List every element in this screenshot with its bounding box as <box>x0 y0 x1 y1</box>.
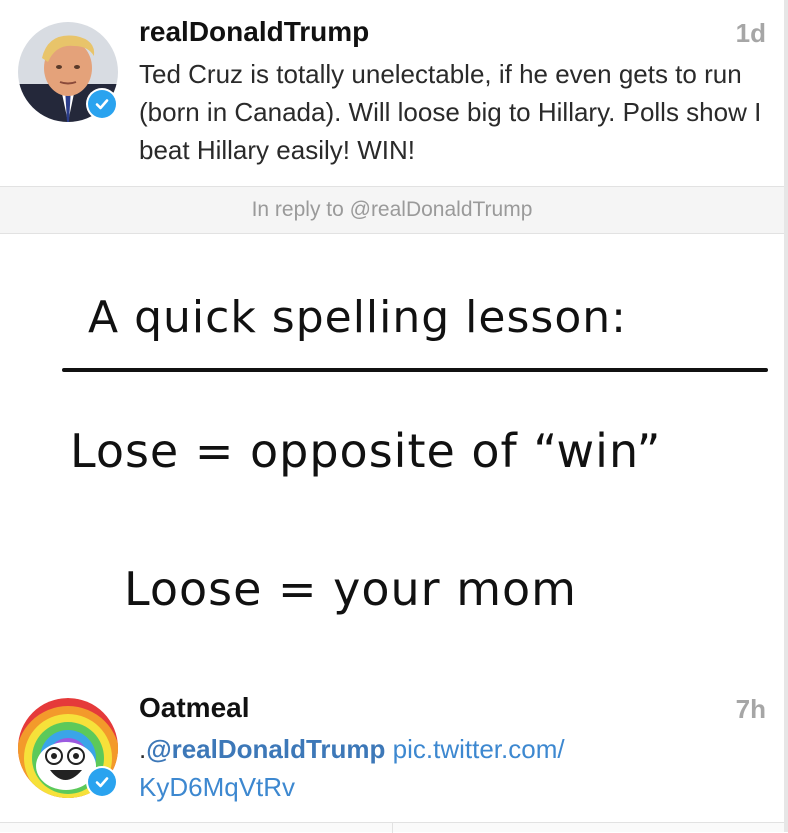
window-edge <box>784 0 788 832</box>
tweet-username[interactable]: Oatmeal <box>139 692 250 724</box>
tweet-timestamp[interactable]: 7h <box>736 694 766 725</box>
verified-badge-icon <box>86 766 118 798</box>
tweet-username[interactable]: realDonaldTrump <box>139 16 369 48</box>
mention-link[interactable]: @realDonaldTrump <box>146 734 385 764</box>
comic-divider <box>62 368 768 372</box>
comic-line: Loose = your mom <box>124 562 577 616</box>
tweet-item[interactable]: Oatmeal 7h .@realDonaldTrump pic.twitter… <box>0 682 784 832</box>
tweet-action-bar <box>0 822 784 833</box>
reply-context-bar[interactable]: In reply to @realDonaldTrump <box>0 186 784 234</box>
tweet-media-image[interactable]: A quick spelling lesson: Lose = opposite… <box>0 234 784 682</box>
tweet-timestamp[interactable]: 1d <box>736 18 766 49</box>
comic-line: Lose = opposite of “win” <box>70 424 662 478</box>
media-link-part[interactable]: KyD6MqVtRv <box>139 772 295 802</box>
media-link-part[interactable]: pic.twitter.com/ <box>393 734 565 764</box>
tweet-item[interactable]: realDonaldTrump 1d Ted Cruz is totally u… <box>0 0 784 186</box>
tweet-text: .@realDonaldTrump pic.twitter.com/KyD6Mq… <box>139 730 769 806</box>
tweet-text: Ted Cruz is totally unelectable, if he e… <box>139 59 762 165</box>
verified-badge-icon <box>86 88 118 120</box>
comic-title: A quick spelling lesson: <box>88 292 627 343</box>
